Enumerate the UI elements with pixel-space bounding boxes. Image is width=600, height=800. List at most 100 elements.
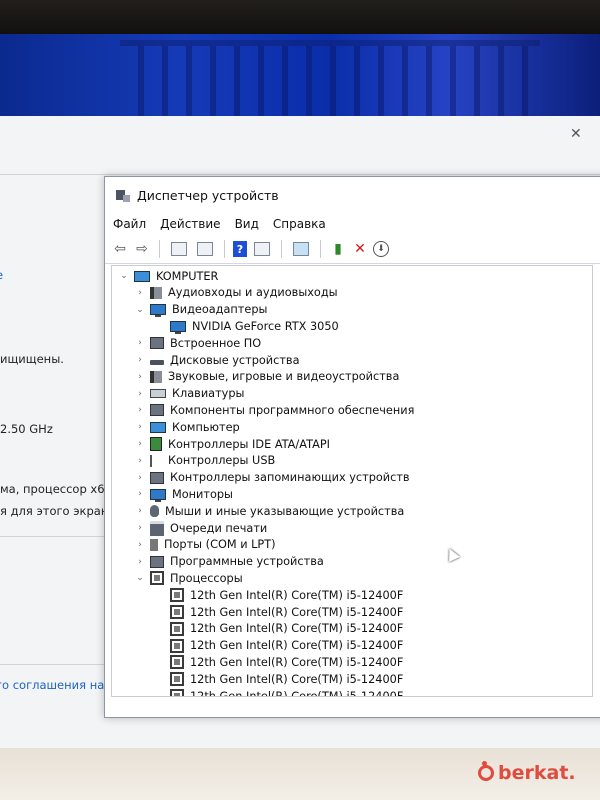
tree-category[interactable]: › Компоненты программного обеспечения xyxy=(134,402,414,418)
processor-icon xyxy=(170,605,184,619)
tree-child-item[interactable]: 12th Gen Intel(R) Core(TM) i5-12400F xyxy=(166,671,403,687)
chevron-right-icon[interactable]: › xyxy=(134,473,146,483)
tree-item-label: Очереди печати xyxy=(170,521,268,535)
menu-help[interactable]: Справка xyxy=(273,217,326,231)
enable-device-icon[interactable]: ▮ xyxy=(329,240,347,258)
tree-item-label: 12th Gen Intel(R) Core(TM) i5-12400F xyxy=(190,672,404,686)
chevron-right-icon[interactable]: › xyxy=(134,372,146,382)
tree-item-label: Компоненты программного обеспечения xyxy=(170,403,415,417)
tree-item-label: 12th Gen Intel(R) Core(TM) i5-12400F xyxy=(190,605,404,619)
tree-item-label: Клавиатуры xyxy=(172,387,245,401)
chevron-right-icon[interactable]: › xyxy=(134,422,146,432)
root-label: KOMPUTER xyxy=(156,269,219,283)
tree-category[interactable]: › Компьютер xyxy=(134,419,240,435)
chevron-right-icon[interactable]: › xyxy=(134,405,146,415)
link-partial[interactable]: е xyxy=(0,268,3,282)
storage-controller-icon xyxy=(150,471,164,484)
tree-root[interactable]: ⌄ KOMPUTER xyxy=(118,268,218,284)
sound-icon xyxy=(150,370,162,383)
toolbar: ⇦ ⇨ ? ▮ ✕ ⬇ xyxy=(105,235,600,264)
monitor-scan-icon[interactable] xyxy=(293,242,309,256)
chevron-right-icon[interactable]: › xyxy=(134,456,146,466)
tree-category[interactable]: › Порты (COM и LPT) xyxy=(134,537,275,553)
chevron-right-icon[interactable]: › xyxy=(134,523,146,533)
menu-view[interactable]: Вид xyxy=(235,217,259,231)
chevron-right-icon[interactable]: › xyxy=(134,355,146,365)
berkat-logo-icon xyxy=(478,761,494,781)
device-tree: ⌄ KOMPUTER › Аудиовходы и аудиовыходы ⌄ Вид… xyxy=(111,265,593,697)
tree-child-item[interactable]: 12th Gen Intel(R) Core(TM) i5-12400F xyxy=(166,688,404,697)
download-icon[interactable]: ⬇ xyxy=(373,241,389,257)
processor-icon xyxy=(170,672,184,687)
tree-child-item[interactable]: 12th Gen Intel(R) Core(TM) i5-12400F xyxy=(166,654,403,670)
tree-child-item[interactable]: 12th Gen Intel(R) Core(TM) i5-12400F xyxy=(166,621,403,637)
properties-icon[interactable] xyxy=(171,242,187,256)
usb-icon xyxy=(150,454,162,467)
tree-category[interactable]: › Программные устройства xyxy=(134,554,324,570)
divider xyxy=(0,174,600,175)
tree-category[interactable]: › Звуковые, игровые и видеоустройства xyxy=(134,369,399,385)
tree-item-label: Компьютер xyxy=(172,420,240,434)
tree-category[interactable]: › Мыши и иные указывающие устройства xyxy=(134,503,404,519)
chevron-right-icon[interactable]: › xyxy=(134,338,146,348)
toolbar-separator xyxy=(281,240,282,258)
tree-item-label: 12th Gen Intel(R) Core(TM) i5-12400F xyxy=(190,689,404,697)
computer-icon xyxy=(150,421,166,433)
tree-category[interactable]: › Контроллеры IDE ATA/ATAPI xyxy=(134,436,330,452)
software-component-icon xyxy=(150,404,164,417)
toolbar-separator xyxy=(320,240,321,258)
tree-child-item[interactable]: 12th Gen Intel(R) Core(TM) i5-12400F xyxy=(166,604,403,620)
chevron-right-icon[interactable]: › xyxy=(134,288,146,298)
tree-child-item[interactable]: NVIDIA GeForce RTX 3050 xyxy=(166,318,339,334)
tree-category[interactable]: › Встроенное ПО xyxy=(134,335,261,351)
list-icon[interactable] xyxy=(197,242,213,256)
tree-category[interactable]: › Очереди печати xyxy=(134,520,267,536)
uninstall-x-icon[interactable]: ✕ xyxy=(351,240,369,258)
disk-drive-icon xyxy=(150,359,164,365)
forward-arrow-icon[interactable]: ⇨ xyxy=(133,240,151,258)
tree-item-label: Аудиовходы и аудиовыходы xyxy=(168,286,338,300)
tree-category[interactable]: › Контроллеры запоминающих устройств xyxy=(134,470,409,486)
wallpaper-pattern xyxy=(120,40,540,116)
tree-child-item[interactable]: 12th Gen Intel(R) Core(TM) i5-12400F xyxy=(166,638,403,654)
tree-category[interactable]: › Дисковые устройства xyxy=(134,352,300,368)
tree-category[interactable]: › Мониторы xyxy=(134,486,233,502)
chevron-down-icon[interactable]: ⌄ xyxy=(118,271,130,281)
tree-category[interactable]: ⌄ Процессоры xyxy=(134,570,243,586)
chevron-right-icon[interactable]: › xyxy=(134,540,146,550)
tree-item-label: 12th Gen Intel(R) Core(TM) i5-12400F xyxy=(190,639,404,653)
tree-item-label: 12th Gen Intel(R) Core(TM) i5-12400F xyxy=(190,588,404,602)
keyboard-icon xyxy=(150,389,166,399)
details-icon[interactable] xyxy=(254,242,270,256)
tree-child-item[interactable]: 12th Gen Intel(R) Core(TM) i5-12400F xyxy=(166,587,403,603)
menu-file[interactable]: Файл xyxy=(113,217,146,231)
chevron-right-icon[interactable]: › xyxy=(134,439,146,449)
back-arrow-icon[interactable]: ⇦ xyxy=(111,240,129,258)
title-bar[interactable]: Диспетчер устройств xyxy=(105,177,600,213)
tree-item-label: NVIDIA GeForce RTX 3050 xyxy=(192,319,339,333)
chevron-right-icon[interactable]: › xyxy=(134,557,146,567)
chevron-right-icon[interactable]: › xyxy=(134,389,146,399)
help-icon[interactable]: ? xyxy=(233,241,247,257)
close-icon[interactable]: ✕ xyxy=(570,126,582,142)
ide-controller-icon xyxy=(150,437,162,451)
menu-action[interactable]: Действие xyxy=(160,217,220,231)
tree-item-label: Программные устройства xyxy=(170,555,324,569)
tree-category[interactable]: › Аудиовходы и аудиовыходы xyxy=(134,285,338,301)
tree-category[interactable]: ⌄ Видеоадаптеры xyxy=(134,302,267,318)
tree-category[interactable]: › Контроллеры USB xyxy=(134,453,275,469)
software-device-icon xyxy=(150,555,164,568)
tree-category[interactable]: › Клавиатуры xyxy=(134,386,244,402)
chevron-right-icon[interactable]: › xyxy=(134,489,146,499)
chevron-down-icon[interactable]: ⌄ xyxy=(134,305,146,315)
tree-item-label: Мыши и иные указывающие устройства xyxy=(165,504,405,518)
chevron-down-icon[interactable]: ⌄ xyxy=(134,573,146,583)
tree-item-label: Контроллеры USB xyxy=(168,454,276,468)
chevron-right-icon[interactable]: › xyxy=(134,506,146,516)
device-manager-icon xyxy=(115,187,131,203)
system-type-text: ма, процессор x64 xyxy=(0,482,112,496)
protection-text: ищищены. xyxy=(0,352,64,366)
port-icon xyxy=(150,538,158,551)
tree-item-label: Встроенное ПО xyxy=(170,336,262,350)
tree-item-label: Дисковые устройства xyxy=(170,353,300,367)
